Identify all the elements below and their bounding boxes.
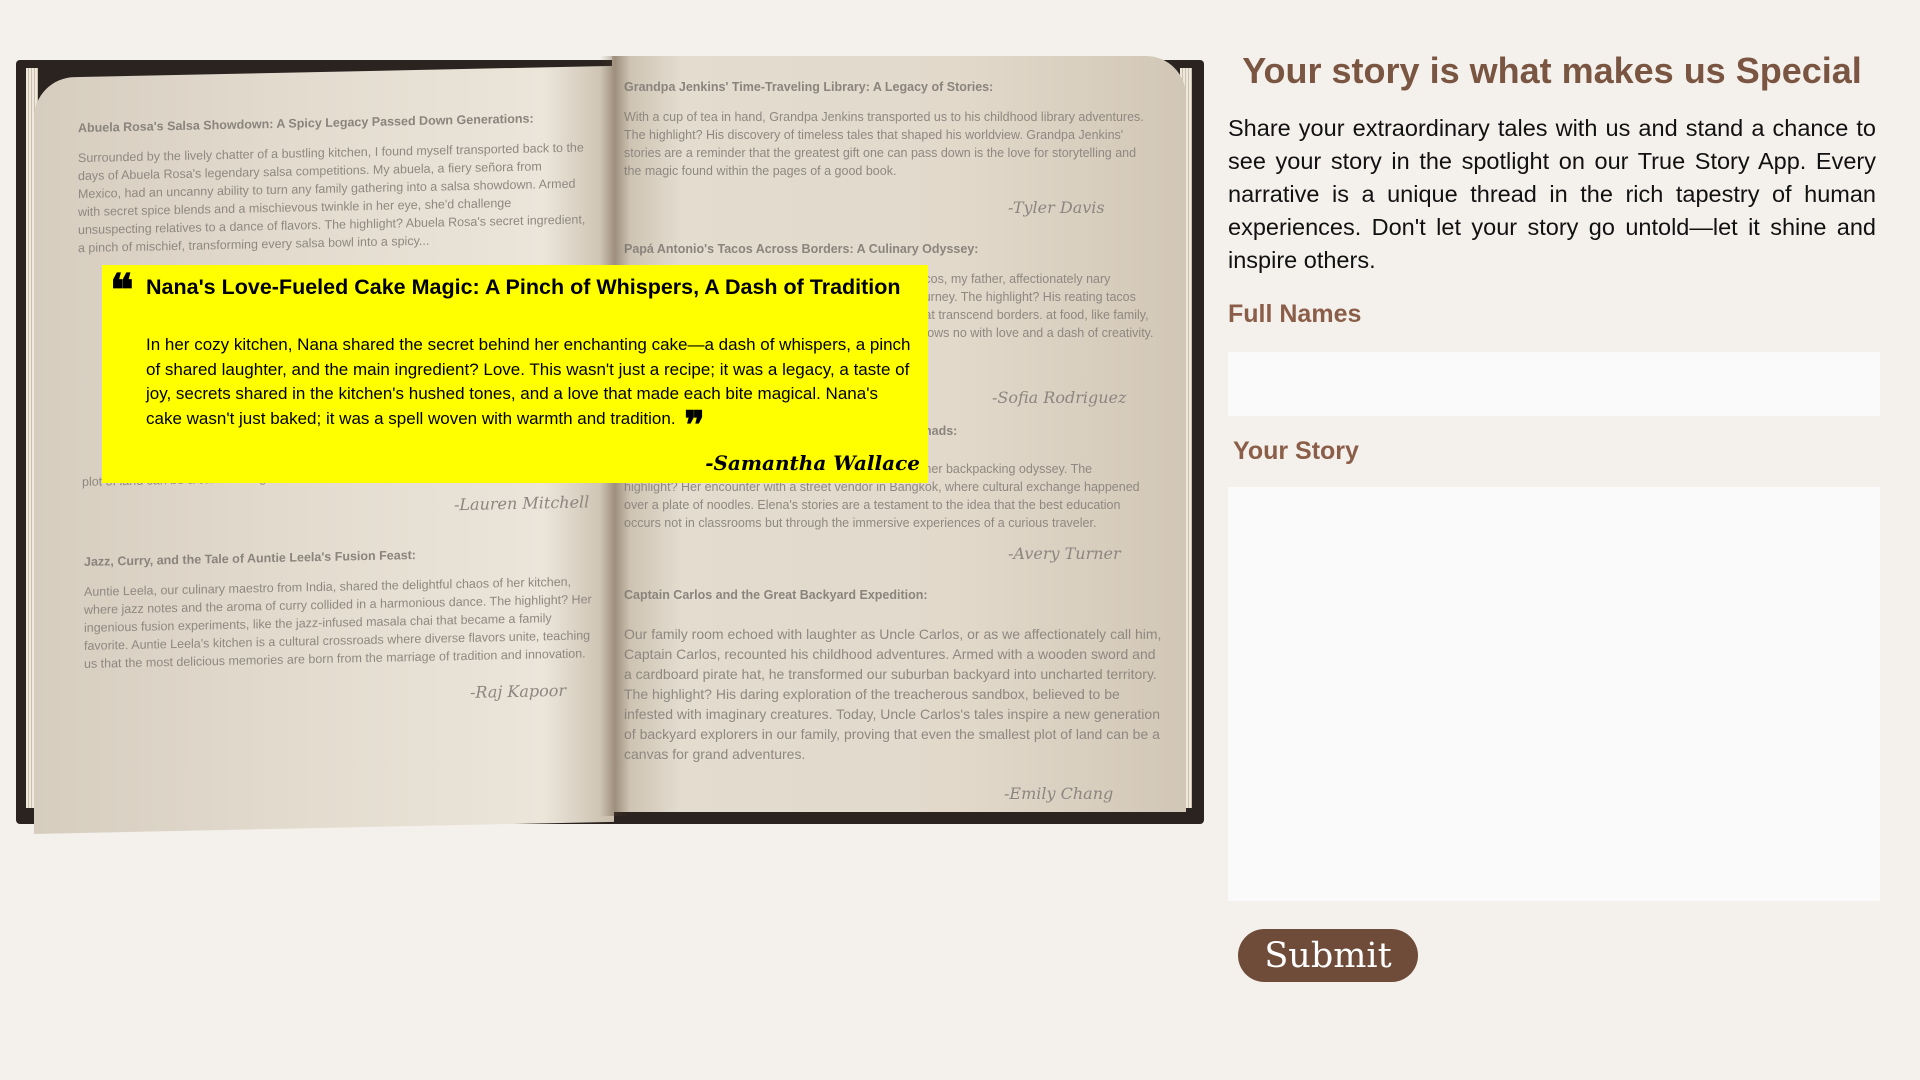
story-author: -Raj Kapoor bbox=[470, 680, 567, 702]
story-author: -Emily Chang bbox=[1004, 784, 1114, 803]
close-quote-icon: ❞ bbox=[684, 401, 705, 447]
full-names-label: Full Names bbox=[1228, 300, 1362, 328]
story-title: Jazz, Curry, and the Tale of Auntie Leel… bbox=[84, 547, 416, 569]
story-grandpa-jenkins: Grandpa Jenkins' Time-Traveling Library:… bbox=[624, 80, 1154, 180]
story-body: Auntie Leela, our culinary maestro from … bbox=[84, 574, 592, 671]
story-author: -Tyler Davis bbox=[1008, 198, 1105, 217]
story-auntie-leela: Jazz, Curry, and the Tale of Auntie Leel… bbox=[84, 544, 594, 673]
featured-story-text: In her cozy kitchen, Nana shared the sec… bbox=[146, 335, 911, 428]
submit-button[interactable]: Submit bbox=[1238, 929, 1418, 982]
story-title: Papá Antonio's Tacos Across Borders: A C… bbox=[624, 242, 979, 256]
story-abuela-rosa: Abuela Rosa's Salsa Showdown: A Spicy Le… bbox=[78, 110, 588, 257]
story-title: Captain Carlos and the Great Backyard Ex… bbox=[624, 588, 928, 602]
your-story-textarea[interactable] bbox=[1228, 487, 1880, 901]
story-body: highlight? Her encounter with a street v… bbox=[624, 480, 1140, 530]
featured-story-title: Nana's Love-Fueled Cake Magic: A Pinch o… bbox=[146, 275, 901, 299]
story-author: -Sofia Rodriguez bbox=[992, 388, 1127, 407]
intro-text: Share your extraordinary tales with us a… bbox=[1228, 115, 1876, 273]
story-author: -Lauren Mitchell bbox=[454, 492, 590, 515]
story-captain-carlos: Captain Carlos and the Great Backyard Ex… bbox=[624, 588, 1164, 764]
your-story-label: Your Story bbox=[1233, 437, 1359, 465]
page-heading: Your story is what makes us Special bbox=[1242, 50, 1862, 91]
featured-story-body: In her cozy kitchen, Nana shared the sec… bbox=[146, 333, 918, 443]
story-author: -Avery Turner bbox=[1008, 544, 1121, 563]
story-body: Surrounded by the lively chatter of a bu… bbox=[78, 140, 586, 256]
featured-story-highlight: ❝ Nana's Love-Fueled Cake Magic: A Pinch… bbox=[102, 265, 928, 483]
story-title-fragment: nads: bbox=[924, 424, 1174, 438]
story-body: Our family room echoed with laughter as … bbox=[624, 626, 1162, 762]
story-title: nads: bbox=[924, 424, 958, 438]
story-title: Abuela Rosa's Salsa Showdown: A Spicy Le… bbox=[78, 111, 534, 136]
story-body: With a cup of tea in hand, Grandpa Jenki… bbox=[624, 110, 1144, 178]
full-names-input[interactable] bbox=[1228, 352, 1880, 416]
open-quote-icon: ❝ bbox=[110, 265, 134, 316]
featured-story-author: -Samantha Wallace bbox=[705, 451, 920, 475]
story-title: Grandpa Jenkins' Time-Traveling Library:… bbox=[624, 80, 994, 94]
